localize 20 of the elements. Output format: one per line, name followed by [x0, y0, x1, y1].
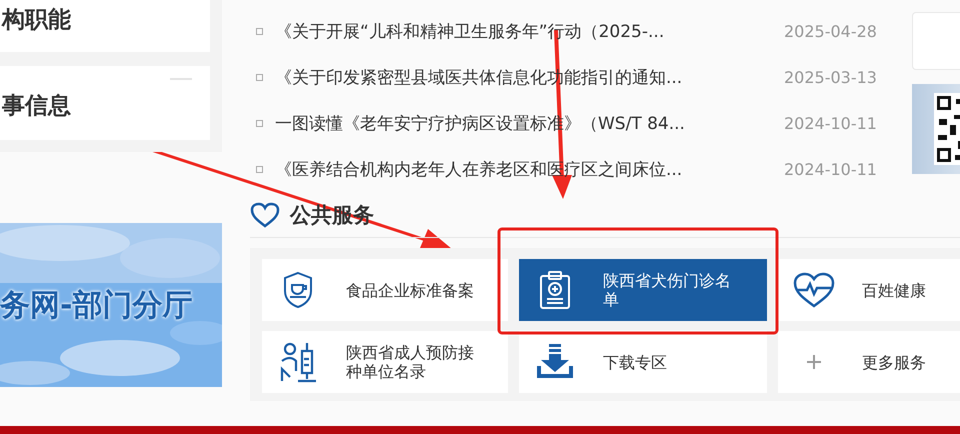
- tile-label: 陕西省成人预防接种单位名录: [346, 343, 475, 381]
- news-date: 2025-03-13: [784, 68, 877, 86]
- tile-label: 更多服务: [862, 352, 927, 372]
- tile-label: 陕西省犬伤门诊名单: [603, 271, 732, 309]
- service-tile[interactable]: 下载专区: [519, 331, 767, 393]
- tile-label: 下载专区: [603, 352, 668, 372]
- news-date: 2025-04-28: [784, 22, 877, 40]
- sidebar-card[interactable]: 事信息: [0, 66, 210, 140]
- service-tile[interactable]: 百姓健康: [778, 259, 960, 321]
- service-tile[interactable]: 陕西省成人预防接种单位名录: [262, 331, 508, 393]
- tile-label: 食品企业标准备案: [346, 280, 475, 300]
- tile-label: 百姓健康: [862, 280, 927, 300]
- sidebar-card[interactable]: 构职能: [0, 0, 210, 52]
- news-date: 2024-10-11: [784, 114, 877, 132]
- news-date: 2024-10-11: [784, 160, 877, 178]
- banner-caption: 务网-部门分厅: [0, 287, 192, 325]
- service-tile[interactable]: 更多服务: [778, 331, 960, 393]
- service-tile[interactable]: 陕西省犬伤门诊名单: [519, 259, 767, 321]
- service-tile[interactable]: 食品企业标准备案: [262, 259, 508, 321]
- news-link[interactable]: 《关于开展“儿科和精神卫生服务年”行动（2025-...: [275, 20, 770, 42]
